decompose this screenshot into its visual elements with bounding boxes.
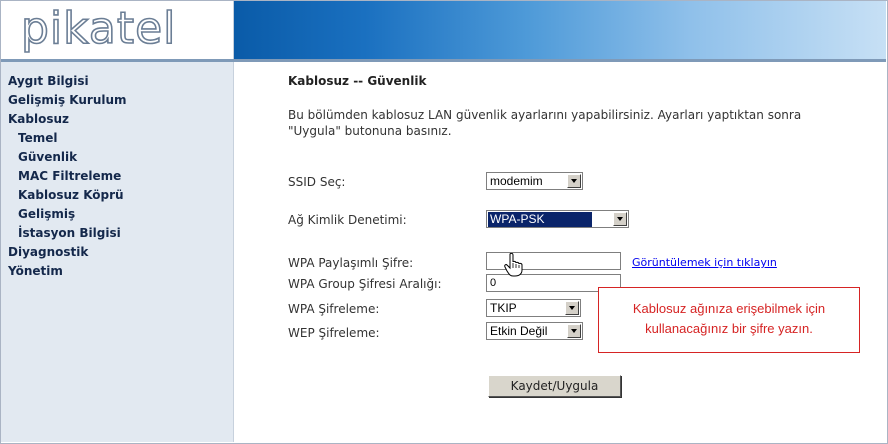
chevron-down-icon xyxy=(567,324,581,338)
hand-pointer-icon xyxy=(504,253,523,277)
auth-label: Ağ Kimlik Denetimi: xyxy=(288,213,407,227)
description-line-1: Bu bölümden kablosuz LAN güvenlik ayarla… xyxy=(288,108,802,122)
sidebar-item-kablosuz-kopru[interactable]: Kablosuz Köprü xyxy=(18,188,124,202)
wep-encryption-label: WEP Şifreleme: xyxy=(288,326,380,340)
wpa-encryption-value: TKIP xyxy=(490,301,517,315)
wpa-encryption-select[interactable]: TKIP xyxy=(486,299,581,317)
description-line-2: "Uygula" butonuna basınız. xyxy=(288,124,452,138)
wep-encryption-select[interactable]: Etkin Değil xyxy=(486,322,583,340)
auth-select[interactable]: WPA-PSK xyxy=(486,210,629,228)
hint-line-1: Kablosuz ağınıza erişebilmek için xyxy=(632,301,826,316)
chevron-down-icon xyxy=(613,212,627,226)
ssid-select[interactable]: modemim xyxy=(486,172,583,190)
sidebar-item-kablosuz[interactable]: Kablosuz xyxy=(8,112,69,126)
sidebar-item-diyagnostik[interactable]: Diyagnostik xyxy=(8,245,88,259)
group-interval-label: WPA Group Şifresi Aralığı: xyxy=(288,277,442,291)
ssid-label: SSID Seç: xyxy=(288,175,346,189)
sidebar-item-gelismis-kurulum[interactable]: Gelişmiş Kurulum xyxy=(8,93,127,107)
header-banner xyxy=(234,1,886,59)
ssid-select-value: modemim xyxy=(490,174,543,188)
hint-callout: Kablosuz ağınıza erişebilmek için kullan… xyxy=(598,287,860,353)
save-apply-button[interactable]: Kaydet/Uygula xyxy=(488,375,621,397)
page-title: Kablosuz -- Güvenlik xyxy=(288,74,427,88)
sidebar-item-mac-filtreleme[interactable]: MAC Filtreleme xyxy=(18,169,121,183)
chevron-down-icon xyxy=(567,174,581,188)
sidebar-item-temel[interactable]: Temel xyxy=(18,131,58,145)
chevron-down-icon xyxy=(565,301,579,315)
sidebar-item-gelismis[interactable]: Gelişmiş xyxy=(18,207,75,221)
logo-area: pikatel xyxy=(1,1,234,59)
sidebar-item-aygit-bilgisi[interactable]: Aygıt Bilgisi xyxy=(8,74,89,88)
sidebar: Aygıt Bilgisi Gelişmiş Kurulum Kablosuz … xyxy=(1,62,234,442)
wpa-key-label: WPA Paylaşımlı Şifre: xyxy=(288,256,414,270)
sidebar-item-guvenlik[interactable]: Güvenlik xyxy=(18,150,77,164)
wpa-encryption-label: WPA Şifreleme: xyxy=(288,302,380,316)
show-password-link[interactable]: Görüntülemek için tıklayın xyxy=(632,256,777,269)
brand-logo: pikatel xyxy=(20,3,177,54)
sidebar-item-yonetim[interactable]: Yönetim xyxy=(8,264,63,278)
wep-encryption-value: Etkin Değil xyxy=(490,324,548,338)
hint-line-2: kullanacağınız bir şifre yazın. xyxy=(645,321,813,336)
auth-select-value: WPA-PSK xyxy=(488,212,593,227)
sidebar-item-istasyon-bilgisi[interactable]: İstasyon Bilgisi xyxy=(18,226,121,240)
